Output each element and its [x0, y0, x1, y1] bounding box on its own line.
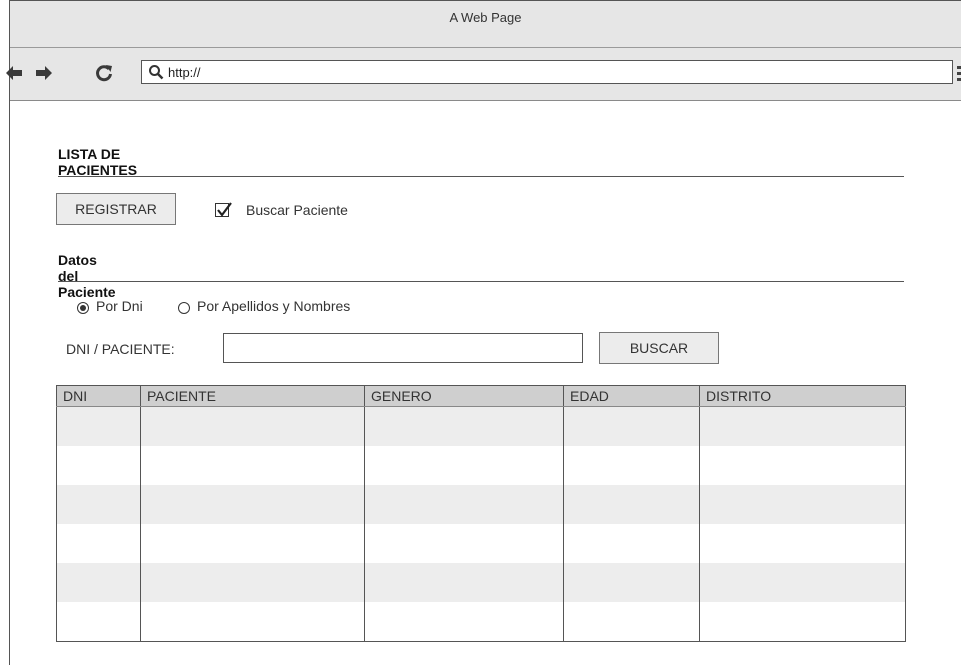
table-cell — [563, 485, 700, 524]
dni-paciente-input[interactable] — [223, 333, 583, 363]
url-bar[interactable] — [141, 60, 953, 84]
patients-table: DNI PACIENTE GENERO EDAD DISTRITO — [56, 385, 906, 642]
table-cell — [699, 563, 906, 602]
table-cell — [699, 524, 906, 563]
url-input[interactable] — [168, 63, 938, 81]
table-row[interactable] — [56, 485, 906, 524]
hamburger-menu-icon[interactable] — [957, 66, 961, 82]
table-cell — [364, 406, 564, 446]
title-divider — [58, 176, 904, 177]
page-title: LISTA DE PACIENTES — [58, 146, 138, 178]
table-row[interactable] — [56, 602, 906, 642]
table-cell — [56, 524, 141, 563]
radio-por-apellidos[interactable] — [178, 302, 190, 314]
register-button[interactable]: REGISTRAR — [56, 193, 176, 225]
table-cell — [140, 602, 365, 642]
table-cell — [699, 602, 906, 642]
table-cell — [140, 406, 365, 446]
table-cell — [699, 485, 906, 524]
forward-button[interactable] — [34, 61, 54, 85]
arrow-right-icon — [36, 66, 52, 80]
radio-por-apellidos-label: Por Apellidos y Nombres — [197, 298, 351, 314]
table-cell — [56, 485, 141, 524]
table-row[interactable] — [56, 406, 906, 446]
table-header-row: DNI PACIENTE GENERO EDAD DISTRITO — [56, 385, 906, 407]
back-button[interactable] — [4, 61, 24, 85]
reload-icon — [96, 65, 112, 82]
table-cell — [563, 446, 700, 485]
table-cell — [563, 406, 700, 446]
table-cell — [56, 446, 141, 485]
reload-button[interactable] — [94, 61, 114, 85]
column-header-edad[interactable]: EDAD — [563, 385, 700, 407]
search-patient-label: Buscar Paciente — [246, 202, 348, 218]
table-cell — [364, 446, 564, 485]
table-cell — [140, 485, 365, 524]
table-cell — [699, 406, 906, 446]
table-cell — [56, 602, 141, 642]
table-row[interactable] — [56, 446, 906, 485]
table-cell — [140, 563, 365, 602]
checkmark-icon — [217, 202, 232, 217]
table-cell — [563, 602, 700, 642]
table-cell — [140, 446, 365, 485]
table-row[interactable] — [56, 524, 906, 563]
column-header-genero[interactable]: GENERO — [364, 385, 564, 407]
table-cell — [563, 563, 700, 602]
column-header-dni[interactable]: DNI — [56, 385, 141, 407]
table-cell — [364, 524, 564, 563]
radio-por-dni[interactable] — [77, 302, 89, 314]
table-cell — [140, 524, 365, 563]
table-cell — [56, 406, 141, 446]
search-patient-checkbox[interactable] — [215, 202, 232, 217]
table-cell — [364, 485, 564, 524]
section-title: Datos del Paciente — [58, 252, 116, 300]
table-cell — [563, 524, 700, 563]
browser-toolbar — [6, 48, 961, 101]
column-header-distrito[interactable]: DISTRITO — [699, 385, 906, 407]
radio-por-dni-label: Por Dni — [96, 298, 143, 314]
table-cell — [699, 446, 906, 485]
table-cell — [364, 563, 564, 602]
dni-paciente-label: DNI / PACIENTE: — [66, 341, 175, 357]
arrow-left-icon — [6, 66, 22, 80]
table-cell — [56, 563, 141, 602]
table-cell — [364, 602, 564, 642]
window-title: A Web Page — [10, 1, 961, 48]
table-row[interactable] — [56, 563, 906, 602]
section-divider — [58, 281, 904, 282]
buscar-button[interactable]: BUSCAR — [599, 332, 719, 364]
column-header-paciente[interactable]: PACIENTE — [140, 385, 365, 407]
search-icon — [149, 65, 164, 80]
